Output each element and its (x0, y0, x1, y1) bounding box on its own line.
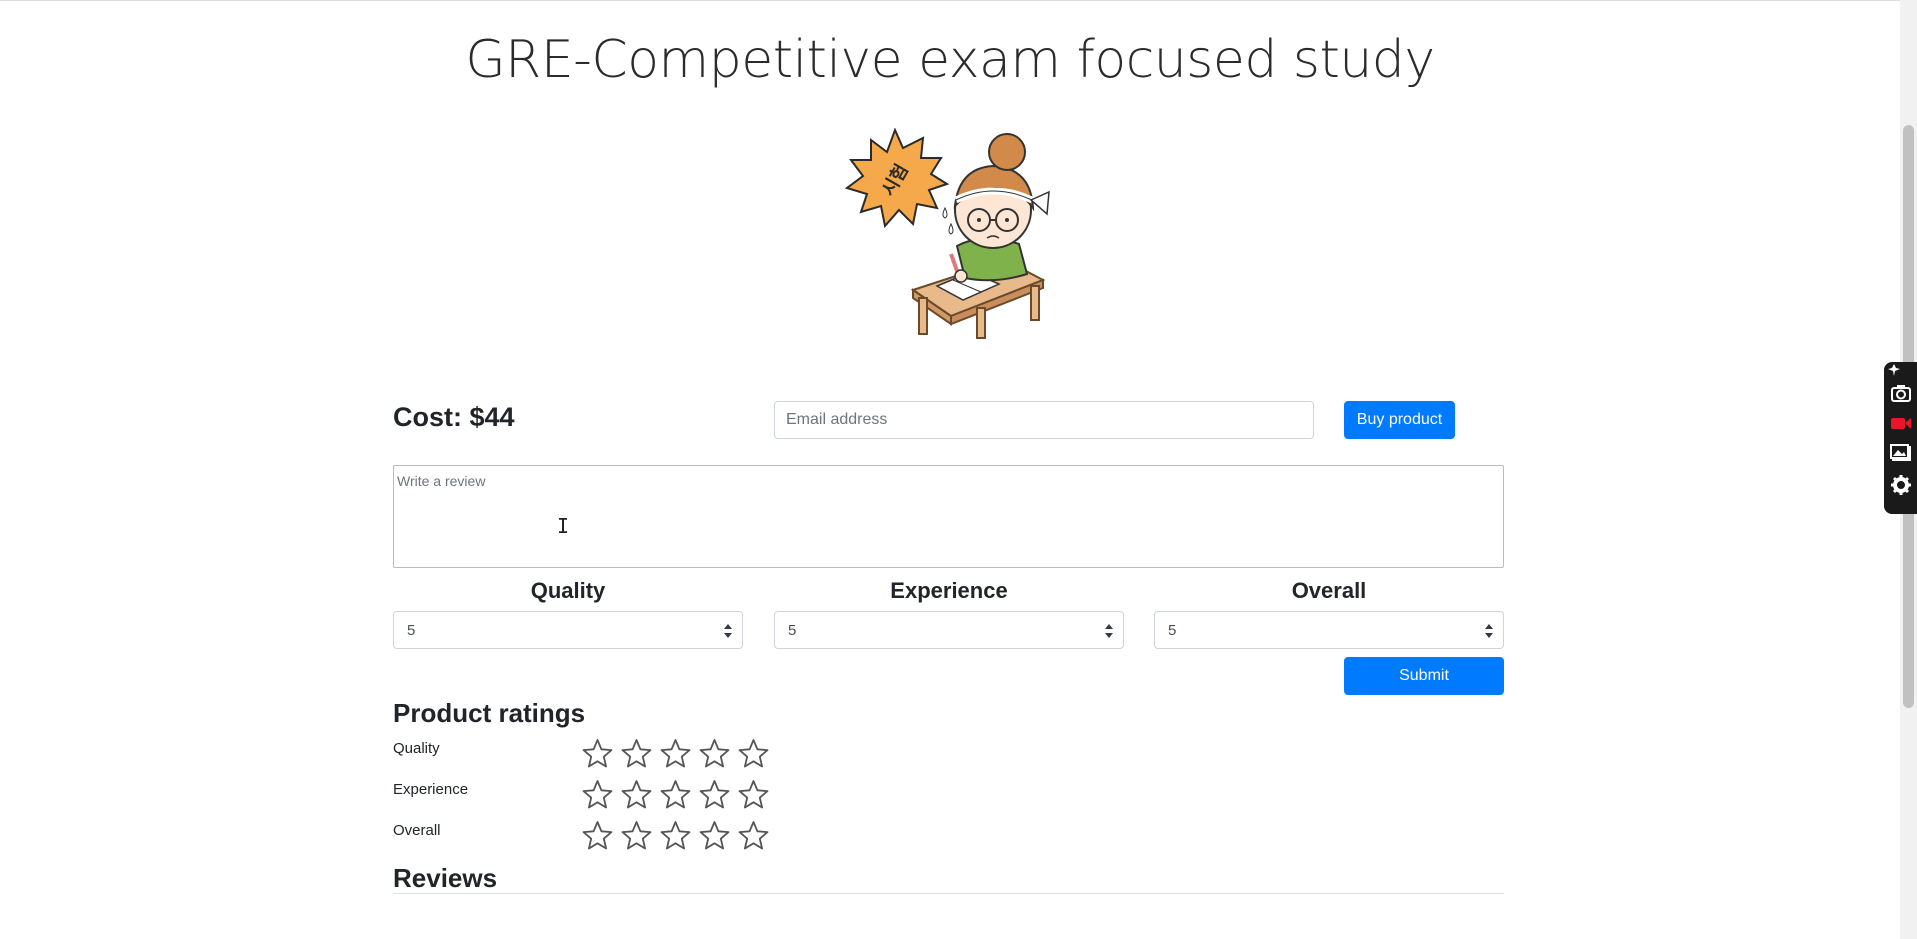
star-icon[interactable] (582, 738, 613, 769)
email-input[interactable] (774, 401, 1314, 439)
experience-label: Experience (890, 578, 1008, 603)
overall-select[interactable]: 5 (1154, 611, 1504, 649)
page-title: GRE-Competitive exam focused study (465, 30, 1435, 90)
rating-label-experience: Experience (393, 781, 469, 798)
quality-stars[interactable] (582, 738, 769, 770)
rating-label-quality: Quality (393, 740, 440, 757)
quality-label: Quality (530, 578, 606, 603)
star-icon[interactable] (660, 738, 691, 769)
product-ratings-heading: Product ratings (393, 698, 586, 728)
star-icon[interactable] (699, 738, 730, 769)
star-icon[interactable] (738, 779, 769, 810)
star-icon[interactable] (699, 779, 730, 810)
reviews-divider (393, 893, 1504, 894)
select-arrows-icon (1105, 624, 1113, 638)
overall-select-value: 5 (1168, 621, 1177, 639)
gear-icon[interactable] (1890, 474, 1912, 496)
star-icon[interactable] (660, 820, 691, 851)
window-top-border (0, 0, 1900, 1)
rating-label-overall: Overall (393, 822, 441, 839)
star-icon[interactable] (621, 779, 652, 810)
experience-select-value: 5 (788, 621, 797, 639)
quality-select-value: 5 (407, 621, 416, 639)
studying-girl-illustration: 시험 (844, 128, 1050, 339)
reviews-heading: Reviews (393, 863, 498, 893)
cost-label: Cost: $44 (393, 402, 515, 432)
overall-label: Overall (1291, 578, 1367, 603)
buy-product-button[interactable]: Buy product (1344, 401, 1455, 439)
capture-tool-dock (1884, 362, 1917, 514)
camera-icon[interactable] (1890, 382, 1912, 404)
submit-review-button[interactable]: Submit (1344, 657, 1504, 695)
record-video-icon[interactable] (1890, 412, 1912, 434)
gallery-icon[interactable] (1890, 442, 1912, 464)
star-icon[interactable] (582, 820, 613, 851)
select-arrows-icon (724, 624, 732, 638)
overall-stars[interactable] (582, 820, 769, 852)
pin-icon[interactable] (1888, 364, 1900, 376)
star-icon[interactable] (738, 738, 769, 769)
select-arrows-icon (1485, 624, 1493, 638)
text-cursor-icon: I (557, 514, 570, 538)
star-icon[interactable] (621, 738, 652, 769)
quality-select[interactable]: 5 (393, 611, 743, 649)
star-icon[interactable] (621, 820, 652, 851)
experience-select[interactable]: 5 (774, 611, 1124, 649)
star-icon[interactable] (738, 820, 769, 851)
star-icon[interactable] (582, 779, 613, 810)
experience-stars[interactable] (582, 779, 769, 811)
star-icon[interactable] (660, 779, 691, 810)
star-icon[interactable] (699, 820, 730, 851)
